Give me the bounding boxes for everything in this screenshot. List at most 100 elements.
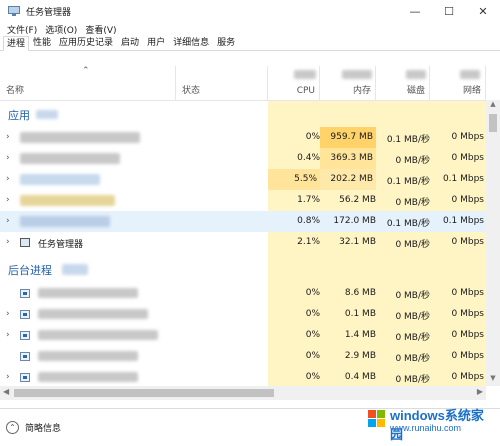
redacted-process-name (38, 351, 138, 361)
col-name-label: 名称 (6, 86, 25, 96)
service-icon (20, 331, 30, 340)
chevron-right-icon[interactable]: › (6, 216, 10, 226)
network-value: 0 Mbps (451, 288, 484, 298)
cpu-value: 0% (305, 330, 320, 340)
disk-value: 0 MB/秒 (395, 354, 430, 364)
col-disk-label: 磁盘 (406, 86, 425, 96)
disk-value: 0 MB/秒 (395, 240, 430, 250)
memory-value: 0.4 MB (344, 372, 376, 382)
windows-logo-icon (368, 410, 385, 427)
process-row[interactable]: › 0% 1.4 MB 0 MB/秒 0 Mbps (0, 325, 486, 346)
tab-users[interactable]: 用户 (143, 35, 169, 50)
section-title-apps: 应用 (8, 109, 30, 122)
col-status-header[interactable]: 状态 (176, 66, 268, 100)
scroll-right-icon[interactable]: ▶ (477, 387, 483, 396)
col-memory-header[interactable]: 内存 (320, 66, 376, 100)
col-status-label: 状态 (182, 86, 201, 96)
col-name-header[interactable]: ⌃ 名称 (0, 66, 176, 100)
column-header: ⌃ 名称 状态 CPU 内存 磁盘 网络 (0, 66, 486, 101)
process-row[interactable]: › 1.7% 56.2 MB 0 MB/秒 0 Mbps (0, 190, 486, 211)
process-row[interactable]: › 5.5% 202.2 MB 0.1 MB/秒 0.1 Mbps (0, 169, 486, 190)
scroll-left-icon[interactable]: ◀ (3, 387, 9, 396)
minimize-button[interactable]: — (398, 0, 432, 22)
chevron-right-icon[interactable]: › (6, 132, 10, 142)
process-row-selected[interactable]: › 0.8% 172.0 MB 0.1 MB/秒 0.1 Mbps (0, 211, 486, 232)
disk-value: 0 MB/秒 (395, 333, 430, 343)
fewer-details-button[interactable]: ⌃ 简略信息 (6, 421, 61, 434)
network-value: 0 Mbps (451, 153, 484, 163)
redacted-process-name (20, 153, 120, 164)
vertical-scrollbar[interactable]: ▲ ▼ (486, 100, 500, 386)
chevron-right-icon[interactable]: › (6, 174, 10, 184)
redacted-process-name (20, 195, 115, 206)
tab-processes[interactable]: 进程 (3, 36, 30, 51)
tab-startup[interactable]: 启动 (117, 35, 143, 50)
disk-value: 0 MB/秒 (395, 291, 430, 301)
col-cpu-header[interactable]: CPU (268, 66, 320, 100)
chevron-right-icon[interactable]: › (6, 153, 10, 163)
cpu-value: 5.5% (268, 169, 320, 190)
redacted-process-name (20, 216, 110, 227)
memory-value: 172.0 MB (333, 216, 376, 226)
scroll-thumb-horizontal[interactable] (14, 389, 274, 397)
process-row[interactable]: › 0% 0.1 MB 0 MB/秒 0 Mbps (0, 304, 486, 325)
network-value: 0.1 Mbps (442, 174, 484, 184)
process-name: 任务管理器 (38, 240, 84, 250)
menu-bar: 文件(F) 选项(O) 查看(V) (0, 22, 500, 36)
menu-view[interactable]: 查看(V) (82, 23, 119, 36)
col-network-header[interactable]: 网络 (430, 66, 486, 100)
redacted-value (406, 70, 426, 79)
window-title: 任务管理器 (26, 7, 72, 18)
chevron-up-icon: ⌃ (6, 421, 19, 434)
cpu-value: 2.1% (297, 237, 320, 247)
chevron-right-icon[interactable]: › (6, 309, 10, 319)
chevron-right-icon[interactable]: › (6, 237, 10, 247)
fewer-details-label: 简略信息 (25, 424, 62, 434)
maximize-button[interactable]: ☐ (432, 0, 466, 22)
chevron-right-icon[interactable]: › (6, 372, 10, 382)
redacted-process-name (38, 309, 148, 319)
memory-value: 0.1 MB (344, 309, 376, 319)
process-row[interactable]: › 任务管理器 2.1% 32.1 MB 0 MB/秒 0 Mbps (0, 232, 486, 253)
service-icon (20, 352, 30, 361)
process-row[interactable]: 0% 8.6 MB 0 MB/秒 0 Mbps (0, 283, 486, 304)
redacted-process-name (20, 132, 140, 143)
process-row[interactable]: › 0.4% 369.3 MB 0 MB/秒 0 Mbps (0, 148, 486, 169)
section-title-background: 后台进程 (8, 264, 52, 277)
process-row[interactable]: › 0% 0.4 MB 0 MB/秒 0 Mbps (0, 367, 486, 388)
redacted-process-name (20, 174, 100, 185)
tab-details[interactable]: 详细信息 (169, 35, 213, 50)
menu-options[interactable]: 选项(O) (42, 23, 80, 36)
process-row[interactable]: › 0% 959.7 MB 0.1 MB/秒 0 Mbps (0, 127, 486, 148)
chevron-right-icon[interactable]: › (6, 195, 10, 205)
redacted-value (62, 264, 88, 275)
network-value: 0 Mbps (451, 309, 484, 319)
network-value: 0.1 Mbps (442, 216, 484, 226)
cpu-value: 0% (305, 372, 320, 382)
scroll-thumb[interactable] (489, 114, 497, 132)
watermark-url: www.runaihu.com (390, 423, 462, 433)
menu-file[interactable]: 文件(F) (4, 23, 40, 36)
memory-value: 8.6 MB (344, 288, 376, 298)
tab-services[interactable]: 服务 (213, 35, 239, 50)
cpu-value: 0% (305, 309, 320, 319)
scroll-up-icon[interactable]: ▲ (486, 100, 500, 112)
redacted-process-name (38, 372, 138, 382)
col-disk-header[interactable]: 磁盘 (376, 66, 430, 100)
network-value: 0 Mbps (451, 195, 484, 205)
tab-app-history[interactable]: 应用历史记录 (55, 35, 117, 50)
col-memory-label: 内存 (352, 86, 371, 96)
chevron-right-icon[interactable]: › (6, 330, 10, 340)
tab-performance[interactable]: 性能 (29, 35, 55, 50)
horizontal-scrollbar[interactable]: ◀ ▶ (0, 386, 486, 400)
cpu-value: 0% (305, 351, 320, 361)
redacted-value (342, 70, 372, 79)
memory-value: 202.2 MB (320, 169, 376, 190)
disk-value: 0 MB/秒 (395, 156, 430, 166)
scroll-down-icon[interactable]: ▼ (486, 374, 500, 386)
cpu-value: 1.7% (297, 195, 320, 205)
cpu-value: 0.8% (297, 216, 320, 226)
close-button[interactable]: ✕ (466, 0, 500, 22)
process-row[interactable]: 0% 2.9 MB 0 MB/秒 0 Mbps (0, 346, 486, 367)
col-network-label: 网络 (462, 86, 481, 96)
